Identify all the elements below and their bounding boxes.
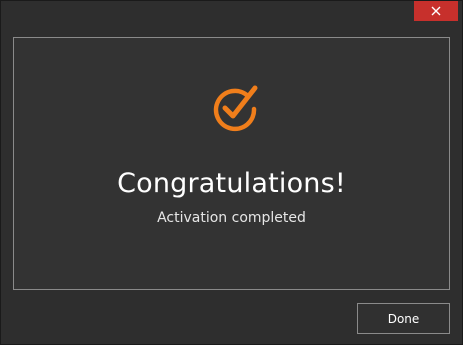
checkmark-circle-icon (213, 85, 258, 132)
activation-message: Activation completed (157, 210, 306, 226)
close-icon (431, 6, 441, 16)
done-button[interactable]: Done (357, 303, 450, 334)
close-button[interactable] (414, 1, 458, 21)
content-panel: Congratulations! Activation completed (13, 37, 450, 290)
title-bar (1, 1, 462, 23)
congratulations-heading: Congratulations! (117, 168, 346, 199)
activation-dialog: Congratulations! Activation completed Do… (0, 0, 463, 345)
